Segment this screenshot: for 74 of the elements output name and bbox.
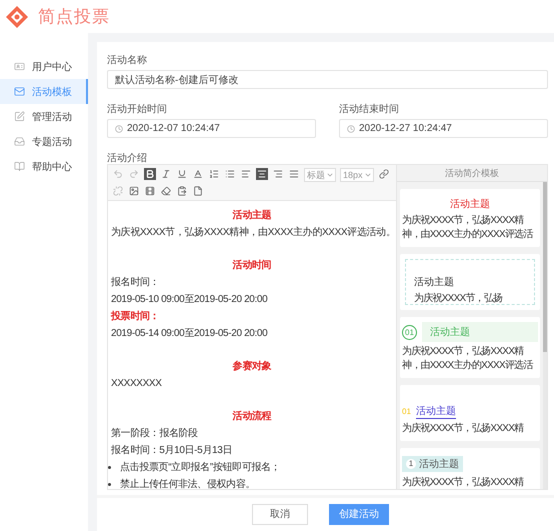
tag-number: 1: [406, 458, 416, 468]
bold-button[interactable]: [144, 168, 156, 180]
field-label: 活动结束时间: [339, 102, 400, 117]
paragraph: 为庆祝XXXX节，弘扬XXXX精神，由XXXX主办的XXXX评选活动。: [111, 226, 393, 240]
template-text: 为庆祝XXXX节，弘扬XXXX精: [402, 422, 525, 436]
sidebar-item[interactable]: 管理活动: [0, 104, 88, 129]
section-heading: 活动流程: [232, 409, 272, 424]
edit-icon: [14, 111, 25, 122]
sidebar-item[interactable]: 用户中心: [0, 54, 88, 79]
italic-button[interactable]: [160, 168, 172, 180]
scrollbar[interactable]: [543, 182, 547, 489]
inbox-icon: [14, 136, 25, 147]
date-field[interactable]: 2020-12-27 10:24:47: [339, 119, 548, 138]
template-card[interactable]: 活动主题 为庆祝XXXX节，弘扬: [400, 254, 540, 310]
caret-icon: [364, 171, 372, 179]
paragraph: 2019-05-10 09:00至2019-05-20 20:00: [111, 293, 268, 307]
field-label: 活动开始时间: [107, 102, 168, 117]
field-label: 活动介绍: [107, 152, 148, 164]
paste-button[interactable]: [176, 185, 188, 197]
paragraph: 报名时间：5月10日-5月13日: [111, 444, 234, 458]
template-text: 为庆祝XXXX节，弘扬XXXX精神，由XXXX主办的XXXX评选活: [402, 214, 534, 242]
template-text: 为庆祝XXXX节，弘扬: [414, 292, 504, 304]
template-card[interactable]: 1 活动主题 为庆祝XXXX节，弘扬XXXX精: [400, 448, 540, 489]
align-center-button[interactable]: [256, 168, 268, 180]
clock-icon: [115, 124, 123, 132]
paragraph: XXXXXXXX: [111, 377, 163, 391]
template-text: 为庆祝XXXX节，弘扬XXXX精: [402, 476, 525, 489]
list-item: 禁止上传任何非法、侵权内容。: [120, 478, 256, 489]
template-card[interactable]: 01 活动主题 为庆祝XXXX节，弘扬XXXX精神，由XXXX主办的XXXX评选活: [400, 317, 540, 378]
paragraph: 2019-05-14 09:00至2019-05-20 20:00: [111, 327, 268, 341]
highlight-label: 投票时间：: [111, 310, 160, 324]
date-field[interactable]: 2020-12-07 10:24:47: [107, 119, 316, 138]
number-circle: 01: [402, 324, 417, 340]
template-card[interactable]: 活动主题 为庆祝XXXX节，弘扬XXXX精神，由XXXX主办的XXXX评选活: [400, 189, 540, 247]
field-label: 活动名称: [107, 54, 148, 68]
template-number: 01: [402, 407, 411, 416]
align-right-button[interactable]: [272, 168, 284, 180]
bullet-icon: [108, 466, 111, 469]
template-title: 活动主题: [416, 404, 456, 419]
cancel-button[interactable]: 取消: [252, 504, 308, 525]
link-button[interactable]: [378, 168, 390, 180]
list-item: 点击投票页“立即报名”按钮即可报名；: [120, 460, 280, 475]
template-title: 活动主题: [449, 198, 491, 211]
template-text: 为庆祝XXXX节，弘扬XXXX精神，由XXXX主办的XXXX评选活: [402, 345, 534, 373]
caret-icon: [326, 171, 334, 179]
template-title: 活动主题: [422, 322, 538, 342]
paragraph: 报名时间：: [111, 276, 160, 290]
paragraph: 第一阶段：报名阶段: [111, 426, 199, 441]
app-title: 简点投票: [38, 6, 110, 28]
bullet-icon: [108, 483, 111, 486]
video-button[interactable]: [144, 185, 156, 197]
input-field[interactable]: 默认活动名称-创建后可修改: [107, 70, 548, 89]
file-button[interactable]: [192, 185, 204, 197]
section-heading: 活动主题: [232, 208, 272, 223]
sidebar-item[interactable]: 帮助中心: [0, 154, 88, 179]
id-card-icon: [14, 61, 25, 72]
panel-title: 活动简介模板: [397, 165, 547, 182]
ordered-list-button[interactable]: [208, 168, 220, 180]
justify-button[interactable]: [288, 168, 300, 180]
underline-button[interactable]: [176, 168, 188, 180]
image-button[interactable]: [128, 185, 140, 197]
section-heading: 参赛对象: [232, 359, 272, 374]
font-color-button[interactable]: [192, 168, 204, 180]
section-heading: 活动时间: [232, 258, 272, 273]
eraser-button[interactable]: [160, 185, 172, 197]
template-card[interactable]: 01 活动主题 为庆祝XXXX节，弘扬XXXX精: [400, 385, 540, 441]
template-title: 活动主题: [419, 458, 459, 470]
clock-icon: [347, 124, 355, 132]
logo-icon: [4, 4, 30, 30]
align-left-button[interactable]: [240, 168, 252, 180]
template-title: 活动主题: [414, 276, 455, 289]
sidebar-item[interactable]: 专题活动: [0, 129, 88, 154]
mail-icon: [14, 86, 25, 97]
book-icon: [14, 161, 25, 172]
